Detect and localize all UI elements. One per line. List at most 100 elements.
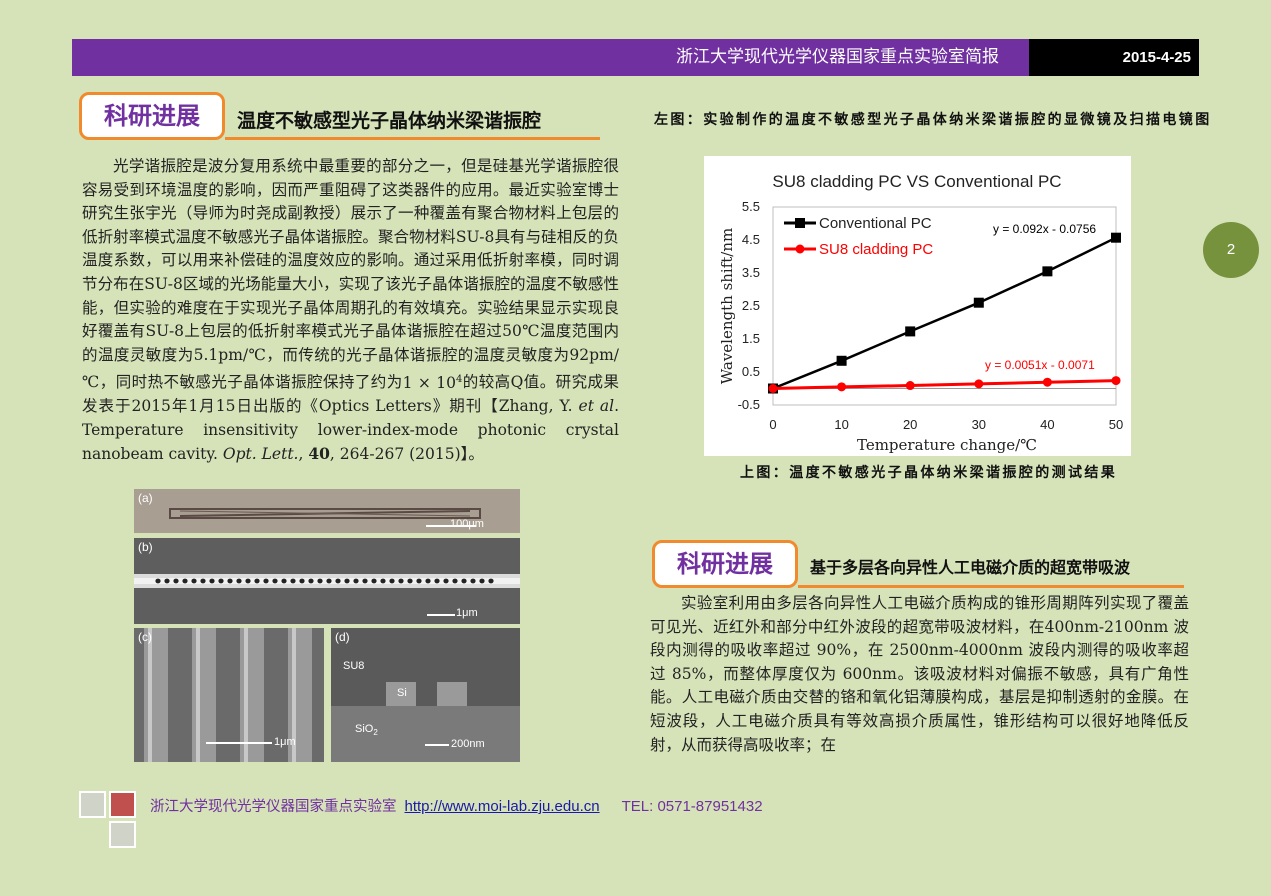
nanobeam-hole: [407, 578, 413, 584]
nanobeam-hole: [380, 578, 386, 584]
chart-svg: SU8 cladding PC VS Conventional PC -0.5 0…: [718, 172, 1123, 454]
nanobeam-hole: [263, 578, 269, 584]
micrograph-a: (a) 100μm: [134, 489, 520, 533]
chart-ylabel: Wavelength shift/nm: [718, 228, 736, 384]
micrograph-c: (c) 1μm: [134, 628, 324, 762]
nanobeam-hole: [344, 578, 350, 584]
series-point: [836, 355, 847, 366]
legend-marker: [795, 218, 805, 228]
chart-ytick-label: -0.5: [738, 397, 760, 412]
nanobeam-hole: [218, 578, 224, 584]
nanobeam-hole: [488, 578, 494, 584]
chart-plot-area: [772, 206, 1117, 406]
header-date-box: 2015-4-25: [1029, 39, 1199, 76]
nanobeam-hole: [416, 578, 422, 584]
nanobeam-hole: [389, 578, 395, 584]
nanobeam-hole: [443, 578, 449, 584]
series-point: [973, 297, 984, 308]
page-number: 2: [1203, 222, 1259, 278]
section1-badge: 科研进展: [79, 92, 225, 140]
footer-square-grey-2: [109, 821, 136, 848]
footer-tel: TEL: 0571-87951432: [621, 798, 763, 815]
chart-ytick-label: 1.5: [742, 331, 760, 346]
nanobeam-hole: [398, 578, 404, 584]
series-point: [1111, 232, 1121, 243]
chart-xtick-label: 40: [1040, 417, 1054, 432]
chart-title: SU8 cladding PC VS Conventional PC: [772, 172, 1061, 191]
nanobeam-hole: [425, 578, 431, 584]
series-point: [1042, 266, 1053, 277]
nanobeam-hole: [191, 578, 197, 584]
micrograph-a-label: (a): [138, 491, 153, 505]
nanobeam-hole: [479, 578, 485, 584]
series-point: [837, 382, 847, 392]
nanobeam-hole: [245, 578, 251, 584]
legend-marker: [795, 244, 805, 254]
nanobeam-hole: [461, 578, 467, 584]
micrograph-d-label: (d): [335, 630, 350, 644]
nanobeam-hole: [209, 578, 215, 584]
trendline-equation: y = 0.092x - 0.0756: [993, 222, 1096, 236]
chart-xtick-label: 10: [834, 417, 848, 432]
micrograph-d-scale: 200nm: [451, 738, 485, 750]
nanobeam-hole: [155, 578, 161, 584]
chart-xtick-label: 20: [903, 417, 917, 432]
footer-square-red: [109, 791, 136, 818]
series-point: [974, 379, 984, 389]
series-point: [1111, 376, 1121, 386]
section1-body: 光学谐振腔是波分复用系统中最重要的部分之一，但是硅基光学谐振腔很容易受到环境温度…: [82, 157, 619, 464]
nanobeam-hole: [182, 578, 188, 584]
nanobeam-hole: [173, 578, 179, 584]
chart-ytick-label: 2.5: [742, 298, 760, 313]
nanobeam-hole: [200, 578, 206, 584]
series-point: [905, 326, 916, 337]
micrograph-b-label: (b): [138, 540, 153, 554]
micrograph-d-si: Si: [397, 687, 407, 699]
micrograph-b-scalebar: [427, 614, 455, 616]
nanobeam-hole: [236, 578, 242, 584]
left-figure-caption: 左图：实验制作的温度不敏感型光子晶体纳米梁谐振腔的显微镜及扫描电镜图: [654, 112, 1212, 128]
nanobeam-hole: [335, 578, 341, 584]
section1-title: 温度不敏感型光子晶体纳米梁谐振腔: [237, 110, 542, 132]
micrograph-b: (b) 1μm: [134, 538, 520, 624]
series-point: [1042, 377, 1052, 387]
nanobeam-hole: [362, 578, 368, 584]
section2-title: 基于多层各向异性人工电磁介质的超宽带吸波: [810, 558, 1131, 577]
micrograph-c-scale: 1μm: [274, 736, 296, 748]
chart-ytick-label: 3.5: [742, 265, 760, 280]
nanobeam-hole: [452, 578, 458, 584]
nanobeam-hole: [299, 578, 305, 584]
micrograph-d-sio2: SiO2: [355, 723, 378, 738]
footer-url-link[interactable]: http://www.moi-lab.zju.edu.cn: [405, 798, 600, 815]
micrograph-a-scale: 100μm: [450, 518, 484, 530]
micrograph-d-scalebar: [425, 744, 449, 746]
nanobeam-hole: [317, 578, 323, 584]
section1-underline: [225, 137, 600, 140]
section2-body: 实验室利用由多层各向异性人工电磁介质构成的锥形周期阵列实现了覆盖可见光、近红外和…: [650, 594, 1189, 754]
nanobeam-hole: [164, 578, 170, 584]
micrograph-d: (d) SU8 Si SiO2 200nm: [331, 628, 520, 762]
legend-label: Conventional PC: [819, 215, 932, 232]
nanobeam-hole: [290, 578, 296, 584]
header-date: 2015-4-25: [1122, 49, 1191, 66]
nanobeam-hole: [281, 578, 287, 584]
chart-xtick-label: 50: [1109, 417, 1123, 432]
q-value-math: 1 × 104: [402, 373, 463, 392]
micrograph-c-scalebar: [206, 742, 272, 744]
chart-ytick-label: 4.5: [742, 232, 760, 247]
header-title: 浙江大学现代光学仪器国家重点实验室简报: [676, 47, 999, 67]
chart-ytick-label: 0.5: [742, 364, 760, 379]
chart-xlabel: Temperature change/℃: [857, 436, 1037, 454]
section2-badge: 科研进展: [652, 540, 798, 588]
footer-org: 浙江大学现代光学仪器国家重点实验室: [150, 799, 397, 815]
footer-square-grey-1: [79, 791, 106, 818]
series-point: [905, 381, 915, 391]
trendline-equation: y = 0.0051x - 0.0071: [985, 358, 1095, 372]
nanobeam-hole: [353, 578, 359, 584]
micrograph-c-label: (c): [138, 630, 152, 644]
chart-ytick-label: 5.5: [742, 199, 760, 214]
legend-label: SU8 cladding PC: [819, 241, 933, 258]
nanobeam-hole: [326, 578, 332, 584]
nanobeam-hole: [227, 578, 233, 584]
nanobeam-hole: [272, 578, 278, 584]
